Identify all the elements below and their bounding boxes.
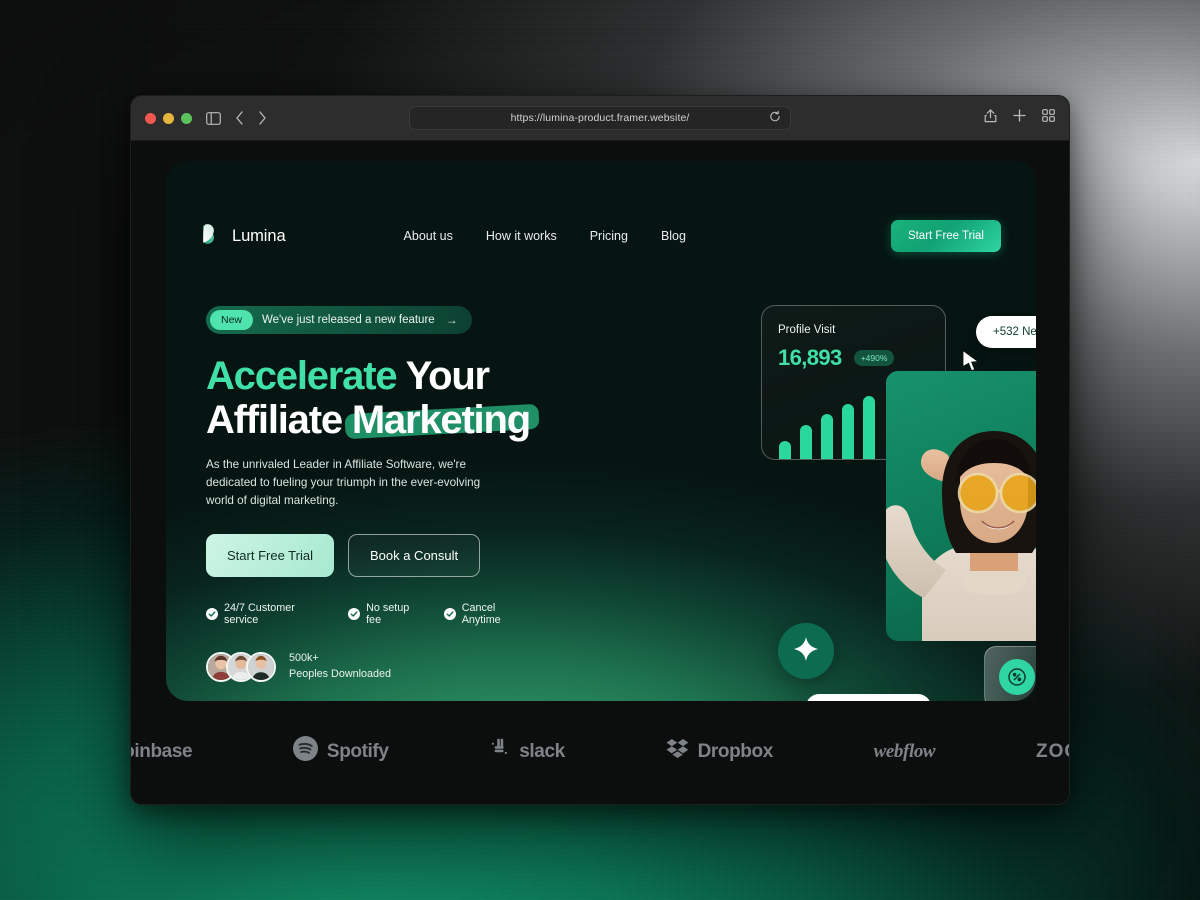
navbar-start-free-trial-button[interactable]: Start Free Trial	[890, 220, 1001, 252]
logo-webflow: webflow	[874, 741, 936, 763]
download-caption: Peoples Downloaded	[289, 668, 392, 681]
nav-item-how-it-works[interactable]: How it works	[486, 229, 557, 243]
logo-coinbase: coinbase	[131, 740, 193, 763]
chart-bar	[779, 441, 791, 459]
social-proof: 500k+ Peoples Downloaded	[206, 651, 536, 683]
nav-item-about-us[interactable]: About us	[404, 229, 453, 243]
avatar-group	[206, 652, 276, 683]
close-window-button[interactable]	[145, 112, 156, 124]
logo-spotify-label: Spotify	[326, 740, 389, 762]
nav-item-pricing[interactable]: Pricing	[590, 229, 628, 243]
webpage-viewport: Lumina About us How it works Pricing Blo…	[131, 141, 1069, 804]
profile-visit-value: 16,893	[778, 345, 842, 370]
feature-check-item: 24/7 Customer service	[206, 602, 331, 626]
sidebar-toggle-icon[interactable]	[206, 111, 221, 125]
nav-links: About us How it works Pricing Blog	[404, 229, 686, 243]
spotify-icon	[292, 736, 318, 767]
feature-check-item: Cancel Anytime	[443, 602, 536, 627]
social-proof-text: 500k+ Peoples Downloaded	[289, 651, 391, 682]
hero-photo-panel	[886, 371, 1036, 641]
heading-word-marketing: Marketing	[351, 398, 531, 442]
arrow-right-icon: →	[445, 313, 458, 327]
feature-check-label: Cancel Anytime	[461, 602, 501, 627]
profile-visit-delta-badge: +490%	[853, 350, 895, 366]
browser-window: https://lumina-product.framer.website/ L…	[130, 95, 1070, 805]
hero-visual-cluster: Profile Visit 16,893 +490% +532 N	[721, 291, 1036, 701]
conversion-rate-card: Conversion Rate 5.76% 40% ↑	[984, 646, 1036, 701]
traffic-lights[interactable]	[145, 112, 192, 124]
minimize-window-button[interactable]	[163, 112, 174, 124]
chart-bar	[821, 414, 833, 459]
logo-text: Lumina	[232, 226, 286, 245]
logo-zoom: ZOOM	[1036, 741, 1069, 763]
profile-visit-bar-chart	[779, 395, 875, 459]
client-logo-strip: coinbase Spotify slack	[131, 699, 1069, 804]
address-bar[interactable]: https://lumina-product.framer.website/	[409, 106, 791, 130]
plus-star-icon	[793, 636, 819, 667]
hero-start-free-trial-button[interactable]: Start Free Trial	[206, 534, 334, 578]
check-circle-icon	[206, 608, 218, 621]
check-circle-icon	[443, 608, 456, 621]
feature-check-label: 24/7 Customer service	[224, 602, 295, 627]
titlebar-actions	[984, 108, 1055, 128]
lumina-x-logo-icon	[201, 223, 223, 250]
avatar	[246, 652, 276, 683]
heading-highlight-wrap: Marketing	[344, 398, 540, 442]
new-followers-toast: +532 New Followers!	[976, 316, 1036, 348]
person-photo	[886, 431, 1036, 641]
hero-heading: Accelerate Your Affiliate Marketing	[206, 354, 540, 442]
logo-dropbox-label: Dropbox	[697, 740, 774, 762]
hero-book-a-consult-button[interactable]: Book a Consult	[347, 534, 481, 578]
feature-check-item: No setup fee	[348, 602, 427, 626]
logo-dropbox: Dropbox	[666, 738, 773, 765]
maximize-window-button[interactable]	[181, 112, 192, 124]
logo-coinbase-label: coinbase	[131, 740, 193, 762]
url-text: https://lumina-product.framer.website/	[510, 112, 690, 124]
new-feature-banner[interactable]: New We've just released a new feature →	[206, 306, 472, 334]
tab-grid-icon[interactable]	[1042, 109, 1055, 127]
hero-section: Lumina About us How it works Pricing Blo…	[166, 161, 1036, 701]
heading-word-affiliate: Affiliate	[206, 398, 343, 442]
logo-webflow-label: webflow	[873, 740, 936, 762]
logo-slack: slack	[489, 738, 565, 765]
logo-slack-label: slack	[519, 740, 565, 762]
heading-word-your: Your	[405, 354, 491, 398]
new-badge-pill: New	[210, 310, 254, 330]
slack-icon	[489, 738, 510, 765]
forward-chevron-icon[interactable]	[258, 111, 267, 125]
download-count: 500k+	[289, 652, 319, 665]
hero-cta-row: Start Free Trial Book a Consult	[206, 534, 536, 578]
chart-bar	[863, 395, 875, 459]
hero-copy-column: New We've just released a new feature → …	[206, 306, 540, 683]
share-icon[interactable]	[984, 108, 997, 128]
browser-titlebar: https://lumina-product.framer.website/	[131, 96, 1069, 141]
logo-zoom-label: ZOOM	[1035, 740, 1069, 762]
chart-bar	[800, 425, 812, 459]
hero-subtitle: As the unrivaled Leader in Affiliate Sof…	[206, 458, 481, 508]
check-circle-icon	[348, 608, 361, 621]
plus-icon[interactable]	[1013, 109, 1026, 127]
chart-bar	[842, 403, 854, 459]
nav-item-blog[interactable]: Blog	[661, 229, 686, 243]
hero-feature-checks: 24/7 Customer service No setup fee Cance…	[206, 602, 536, 626]
dropbox-icon	[666, 738, 689, 765]
site-logo[interactable]: Lumina	[201, 223, 286, 250]
back-chevron-icon[interactable]	[235, 111, 244, 125]
heading-accent-word: Accelerate	[206, 354, 398, 398]
new-feature-text: We've just released a new feature	[262, 314, 435, 326]
logo-spotify: Spotify	[292, 736, 389, 767]
reload-icon[interactable]	[769, 110, 781, 126]
add-widget-button[interactable]	[778, 623, 834, 679]
feature-check-label: No setup fee	[366, 602, 410, 627]
site-navbar: Lumina About us How it works Pricing Blo…	[201, 216, 1001, 256]
profile-visit-title: Profile Visit	[778, 324, 836, 336]
percent-badge-icon	[999, 659, 1035, 695]
